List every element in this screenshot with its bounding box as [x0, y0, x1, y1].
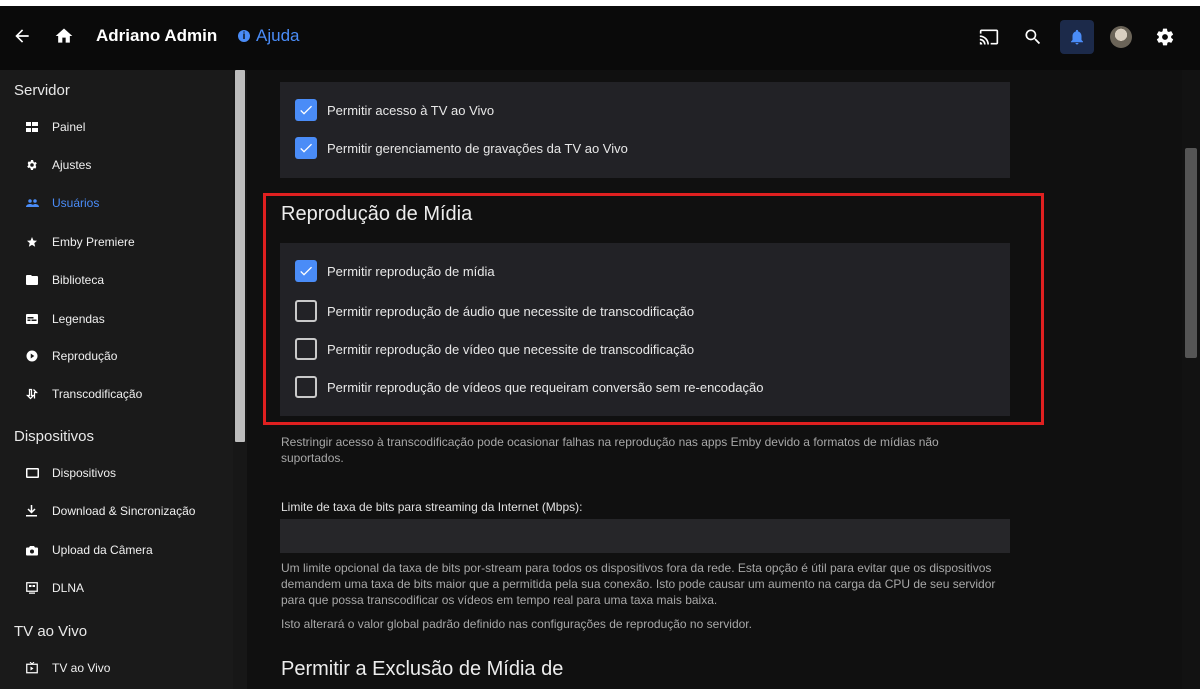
sidebar-section-dispositivos: Dispositivos [14, 428, 95, 445]
play-circle-icon [26, 350, 52, 362]
folder-icon [26, 275, 52, 285]
sidebar: Servidor Painel Ajustes Usuários Emby Pr… [0, 70, 233, 689]
sidebar-item-tv-ao-vivo[interactable]: TV ao Vivo [26, 658, 110, 678]
download-icon [26, 505, 52, 517]
sidebar-item-legendas[interactable]: Legendas [26, 309, 105, 329]
sidebar-item-label: Legendas [52, 312, 105, 326]
sidebar-item-ajustes[interactable]: Ajustes [26, 155, 91, 175]
sidebar-item-label: Transcodificação [52, 387, 143, 401]
live-tv-panel [280, 82, 1010, 178]
checkbox-checked-icon[interactable] [295, 137, 317, 159]
sidebar-item-reproducao[interactable]: Reprodução [26, 346, 117, 366]
sidebar-item-emby-premiere[interactable]: Emby Premiere [26, 232, 135, 252]
sidebar-item-label: Ajustes [52, 158, 92, 172]
users-icon [26, 198, 52, 208]
section-title-deletion: Permitir a Exclusão de Mídia de [281, 658, 564, 680]
search-icon[interactable] [1016, 20, 1050, 54]
playback-help-text: Restringir acesso à transcodificação pod… [281, 435, 939, 465]
sidebar-item-label: Upload da Câmera [52, 543, 153, 557]
bitrate-field-label: Limite de taxa de bits para streaming da… [281, 500, 583, 514]
sidebar-section-tv-ao-vivo: TV ao Vivo [14, 623, 88, 640]
gear-icon [26, 159, 52, 171]
sidebar-item-label: Emby Premiere [52, 235, 135, 249]
camera-icon [26, 545, 52, 556]
cast-icon[interactable] [972, 20, 1006, 54]
settings-gear-icon[interactable] [1148, 20, 1182, 54]
sidebar-item-painel[interactable]: Painel [26, 117, 85, 137]
sidebar-item-download-sincronizacao[interactable]: Download & Sincronização [26, 501, 195, 521]
sidebar-item-usuarios[interactable]: Usuários [26, 193, 99, 213]
bitrate-help-text: Um limite opcional da taxa de bits por-s… [281, 561, 996, 607]
sidebar-item-label: TV ao Vivo [52, 661, 111, 675]
home-icon[interactable] [52, 24, 76, 48]
bitrate-limit-input[interactable] [280, 519, 1010, 553]
sidebar-section-servidor: Servidor [14, 82, 70, 99]
sidebar-item-dlna[interactable]: DLNA [26, 578, 84, 598]
info-icon: i [238, 30, 250, 42]
avatar [1110, 26, 1132, 48]
sidebar-item-label: Usuários [52, 196, 100, 210]
sidebar-item-label: Painel [52, 120, 86, 134]
sidebar-item-label: Dispositivos [52, 466, 117, 480]
sidebar-item-label: Reprodução [52, 349, 118, 363]
device-icon [26, 468, 52, 478]
sidebar-item-label: Biblioteca [52, 273, 105, 287]
tv-icon [26, 662, 52, 674]
back-arrow-icon[interactable] [10, 24, 34, 48]
checkbox-label: Permitir acesso à TV ao Vivo [327, 102, 495, 118]
main-scrollbar-thumb[interactable] [1185, 148, 1197, 358]
sidebar-item-upload-camera[interactable]: Upload da Câmera [26, 540, 153, 560]
user-avatar[interactable] [1104, 20, 1138, 54]
star-icon [26, 236, 52, 248]
bell-icon[interactable] [1060, 20, 1094, 54]
subtitles-icon [26, 314, 52, 324]
highlight-box [263, 193, 1044, 425]
help-link[interactable]: i Ajuda [238, 26, 299, 46]
sidebar-scrollbar[interactable] [233, 70, 247, 689]
sidebar-scrollbar-thumb[interactable] [235, 70, 245, 442]
transcode-icon [26, 388, 52, 400]
bitrate-help-note: Isto alterará o valor global padrão defi… [281, 617, 752, 631]
main-scrollbar[interactable] [1182, 70, 1200, 689]
checkbox-label: Permitir gerenciamento de gravações da T… [327, 140, 628, 156]
sidebar-item-dispositivos[interactable]: Dispositivos [26, 463, 116, 483]
help-label: Ajuda [256, 26, 300, 45]
sidebar-item-label: Download & Sincronização [52, 504, 196, 518]
top-bar: Adriano Admin i Ajuda [0, 0, 1200, 70]
dashboard-icon [26, 121, 52, 133]
checkbox-allow-live-tv-recordings[interactable]: Permitir gerenciamento de gravações da T… [295, 137, 628, 159]
checkbox-checked-icon[interactable] [295, 99, 317, 121]
page-title: Adriano Admin [96, 26, 218, 45]
sidebar-item-biblioteca[interactable]: Biblioteca [26, 270, 104, 290]
sidebar-item-transcodificacao[interactable]: Transcodificação [26, 384, 142, 404]
sidebar-item-label: DLNA [52, 581, 85, 595]
checkbox-allow-live-tv[interactable]: Permitir acesso à TV ao Vivo [295, 99, 494, 121]
dlna-icon [26, 582, 52, 594]
